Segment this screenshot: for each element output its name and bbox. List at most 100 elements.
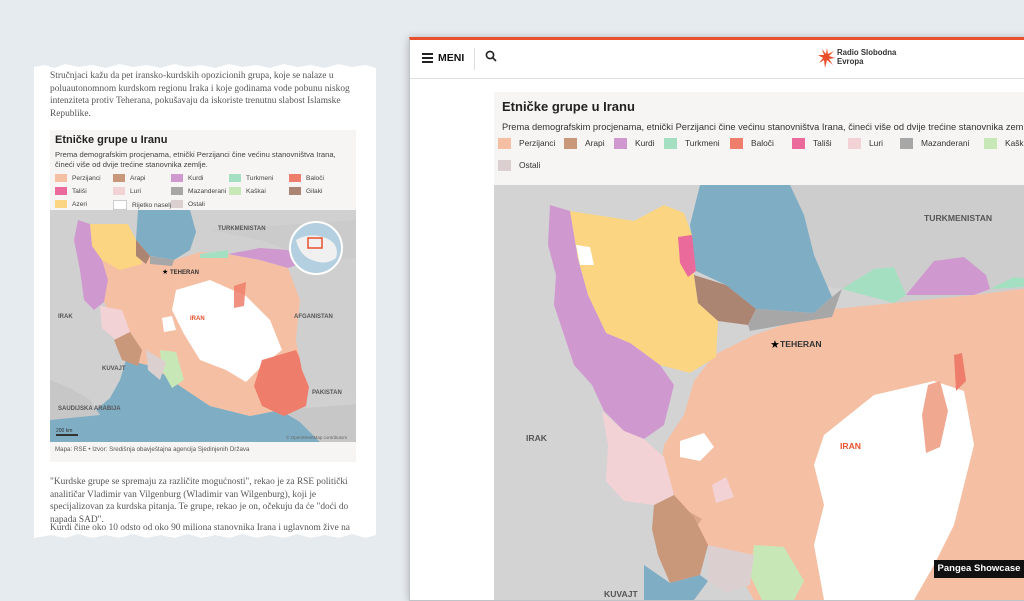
legend-label: Kurdi xyxy=(635,138,655,148)
pangea-showcase-badge: Pangea Showcase xyxy=(934,560,1024,578)
rse-logo-icon[interactable] xyxy=(818,46,836,70)
infographic-title: Etničke grupe u Iranu xyxy=(55,134,168,146)
legend-swatch xyxy=(171,200,183,208)
legend-label: Mazanderani xyxy=(188,187,227,195)
legend-item-small: Kaškai xyxy=(229,187,266,195)
legend-item-large: Baloči xyxy=(730,138,774,150)
legend-swatch xyxy=(289,187,301,195)
article-continuation: Kurdi čine oko 10 odsto od oko 90 milion… xyxy=(50,523,350,533)
legend-item-large: Ostali xyxy=(498,160,541,172)
infographic-subtitle-large: Prema demografskim procjenama, etnički P… xyxy=(502,122,1024,132)
article-paper: Stručnjaci kažu da pet iransko-kurdskih … xyxy=(34,64,376,538)
legend-label: Arapi xyxy=(585,138,605,148)
legend-label: Kaškai xyxy=(246,187,266,195)
legend-item-small: Turkmeni xyxy=(229,174,273,182)
legend-item-large: Perzijanci xyxy=(498,138,556,150)
legend-swatch xyxy=(113,187,125,195)
legend-swatch xyxy=(55,200,67,208)
legend-label: Mazanderani xyxy=(921,138,970,148)
legend-label: Azeri xyxy=(72,200,88,208)
legend-item-small: Luri xyxy=(113,187,141,195)
search-icon[interactable] xyxy=(485,50,497,62)
logo-line-1: Radio Slobodna xyxy=(837,48,897,57)
legend-item-small: Tališi xyxy=(55,187,87,195)
legend-label: Ostali xyxy=(188,200,205,208)
label-turkmenistan-small: TURKMENISTAN xyxy=(218,226,266,232)
website-frame: MENI Radio Slobodna Evropa Etničke grupe… xyxy=(409,37,1024,601)
legend-swatch xyxy=(113,174,125,182)
legend-label: Perzijanci xyxy=(519,138,556,148)
legend-swatch xyxy=(848,138,861,150)
legend-item-small: Baloči xyxy=(289,174,324,182)
legend-swatch xyxy=(55,187,67,195)
menu-button[interactable]: MENI xyxy=(438,52,464,64)
legend-item-small: Azeri xyxy=(55,200,87,208)
label-iran-large: IRAN xyxy=(840,441,861,451)
map-attribution-small: © OpenStreetMap contributors xyxy=(286,434,348,440)
legend-label: Luri xyxy=(130,187,141,195)
label-kuwait-small: KUVAJT xyxy=(102,366,126,372)
legend-label: Ostali xyxy=(519,160,541,170)
legend-swatch xyxy=(498,138,511,150)
legend-swatch xyxy=(664,138,677,150)
legend-swatch xyxy=(229,187,241,195)
legend-label: Turkmeni xyxy=(246,174,274,182)
legend-swatch xyxy=(171,187,183,195)
label-iran-small: IRAN xyxy=(190,316,205,322)
map-large: TURKMENISTAN ★ TEHERAN IRAK IRAN KUVAJT xyxy=(494,185,1024,600)
legend-item-small: Arapi xyxy=(113,174,145,182)
legend-label: Kurdi xyxy=(188,174,204,182)
map-scale-small: 200 km xyxy=(56,428,72,434)
legend-swatch xyxy=(171,174,183,182)
legend-item-small: Gilaki xyxy=(289,187,323,195)
legend-item-small: Ostali xyxy=(171,200,205,208)
site-logo-text[interactable]: Radio Slobodna Evropa xyxy=(837,48,896,66)
legend-item-small: Kurdi xyxy=(171,174,203,182)
legend-label: Turkmeni xyxy=(685,138,720,148)
legend-label: Baloči xyxy=(306,174,324,182)
legend-item-large: Luri xyxy=(848,138,883,150)
legend-swatch xyxy=(792,138,805,150)
legend-label: Gilaki xyxy=(306,187,323,195)
legend-swatch xyxy=(564,138,577,150)
legend-swatch xyxy=(289,174,301,182)
label-iraq-small: IRAK xyxy=(58,314,73,320)
label-pakistan-small: PAKISTAN xyxy=(312,390,342,396)
svg-text:★: ★ xyxy=(162,268,168,276)
legend-label: Arapi xyxy=(130,174,146,182)
map-small: TURKMENISTAN ★ TEHERAN IRAK IRAN AFGANIS… xyxy=(50,210,356,442)
legend-item-large: Kurdi xyxy=(614,138,655,150)
legend-label: Luri xyxy=(869,138,883,148)
infographic-subtitle: Prema demografskim procjenama, etnički P… xyxy=(55,150,336,169)
legend-item-large: Mazanderani xyxy=(900,138,970,150)
legend-swatch xyxy=(614,138,627,150)
legend-swatch xyxy=(229,174,241,182)
infographic-large: Etničke grupe u Iranu Prema demografskim… xyxy=(494,92,1024,600)
legend-swatch xyxy=(900,138,913,150)
label-iraq-large: IRAK xyxy=(526,433,548,443)
label-teheran-large: TEHERAN xyxy=(780,339,822,349)
legend-label: Tališi xyxy=(72,187,87,195)
legend-item-large: Tališi xyxy=(792,138,832,150)
header-divider xyxy=(474,48,475,70)
label-afghanistan-small: AFGANISTAN xyxy=(294,314,333,320)
legend-swatch xyxy=(498,160,511,172)
label-saudi-small: SAUDIJSKA ARABIJA xyxy=(58,406,121,412)
infographic-small: Etničke grupe u Iranu Prema demografskim… xyxy=(50,130,356,462)
legend-label: Tališi xyxy=(813,138,832,148)
site-header: MENI Radio Slobodna Evropa xyxy=(410,40,1024,79)
hamburger-icon[interactable] xyxy=(422,53,433,63)
article-intro: Stručnjaci kažu da pet iransko-kurdskih … xyxy=(50,71,350,119)
article-quote: "Kurdske grupe se spremaju za različite … xyxy=(50,477,349,525)
label-kuwait-large: KUVAJT xyxy=(604,589,638,599)
legend-swatch xyxy=(984,138,997,150)
legend-label: Perzijanci xyxy=(72,174,101,182)
legend-swatch xyxy=(55,174,67,182)
infographic-title-large: Etničke grupe u Iranu xyxy=(502,99,635,114)
logo-line-2: Evropa xyxy=(837,57,864,66)
legend-item-small: Mazanderani xyxy=(171,187,226,195)
legend-item-large: Turkmeni xyxy=(664,138,720,150)
legend-label: Kaškai xyxy=(1005,138,1024,148)
legend-item-large: Kaškai xyxy=(984,138,1024,150)
legend-item-large: Arapi xyxy=(564,138,605,150)
